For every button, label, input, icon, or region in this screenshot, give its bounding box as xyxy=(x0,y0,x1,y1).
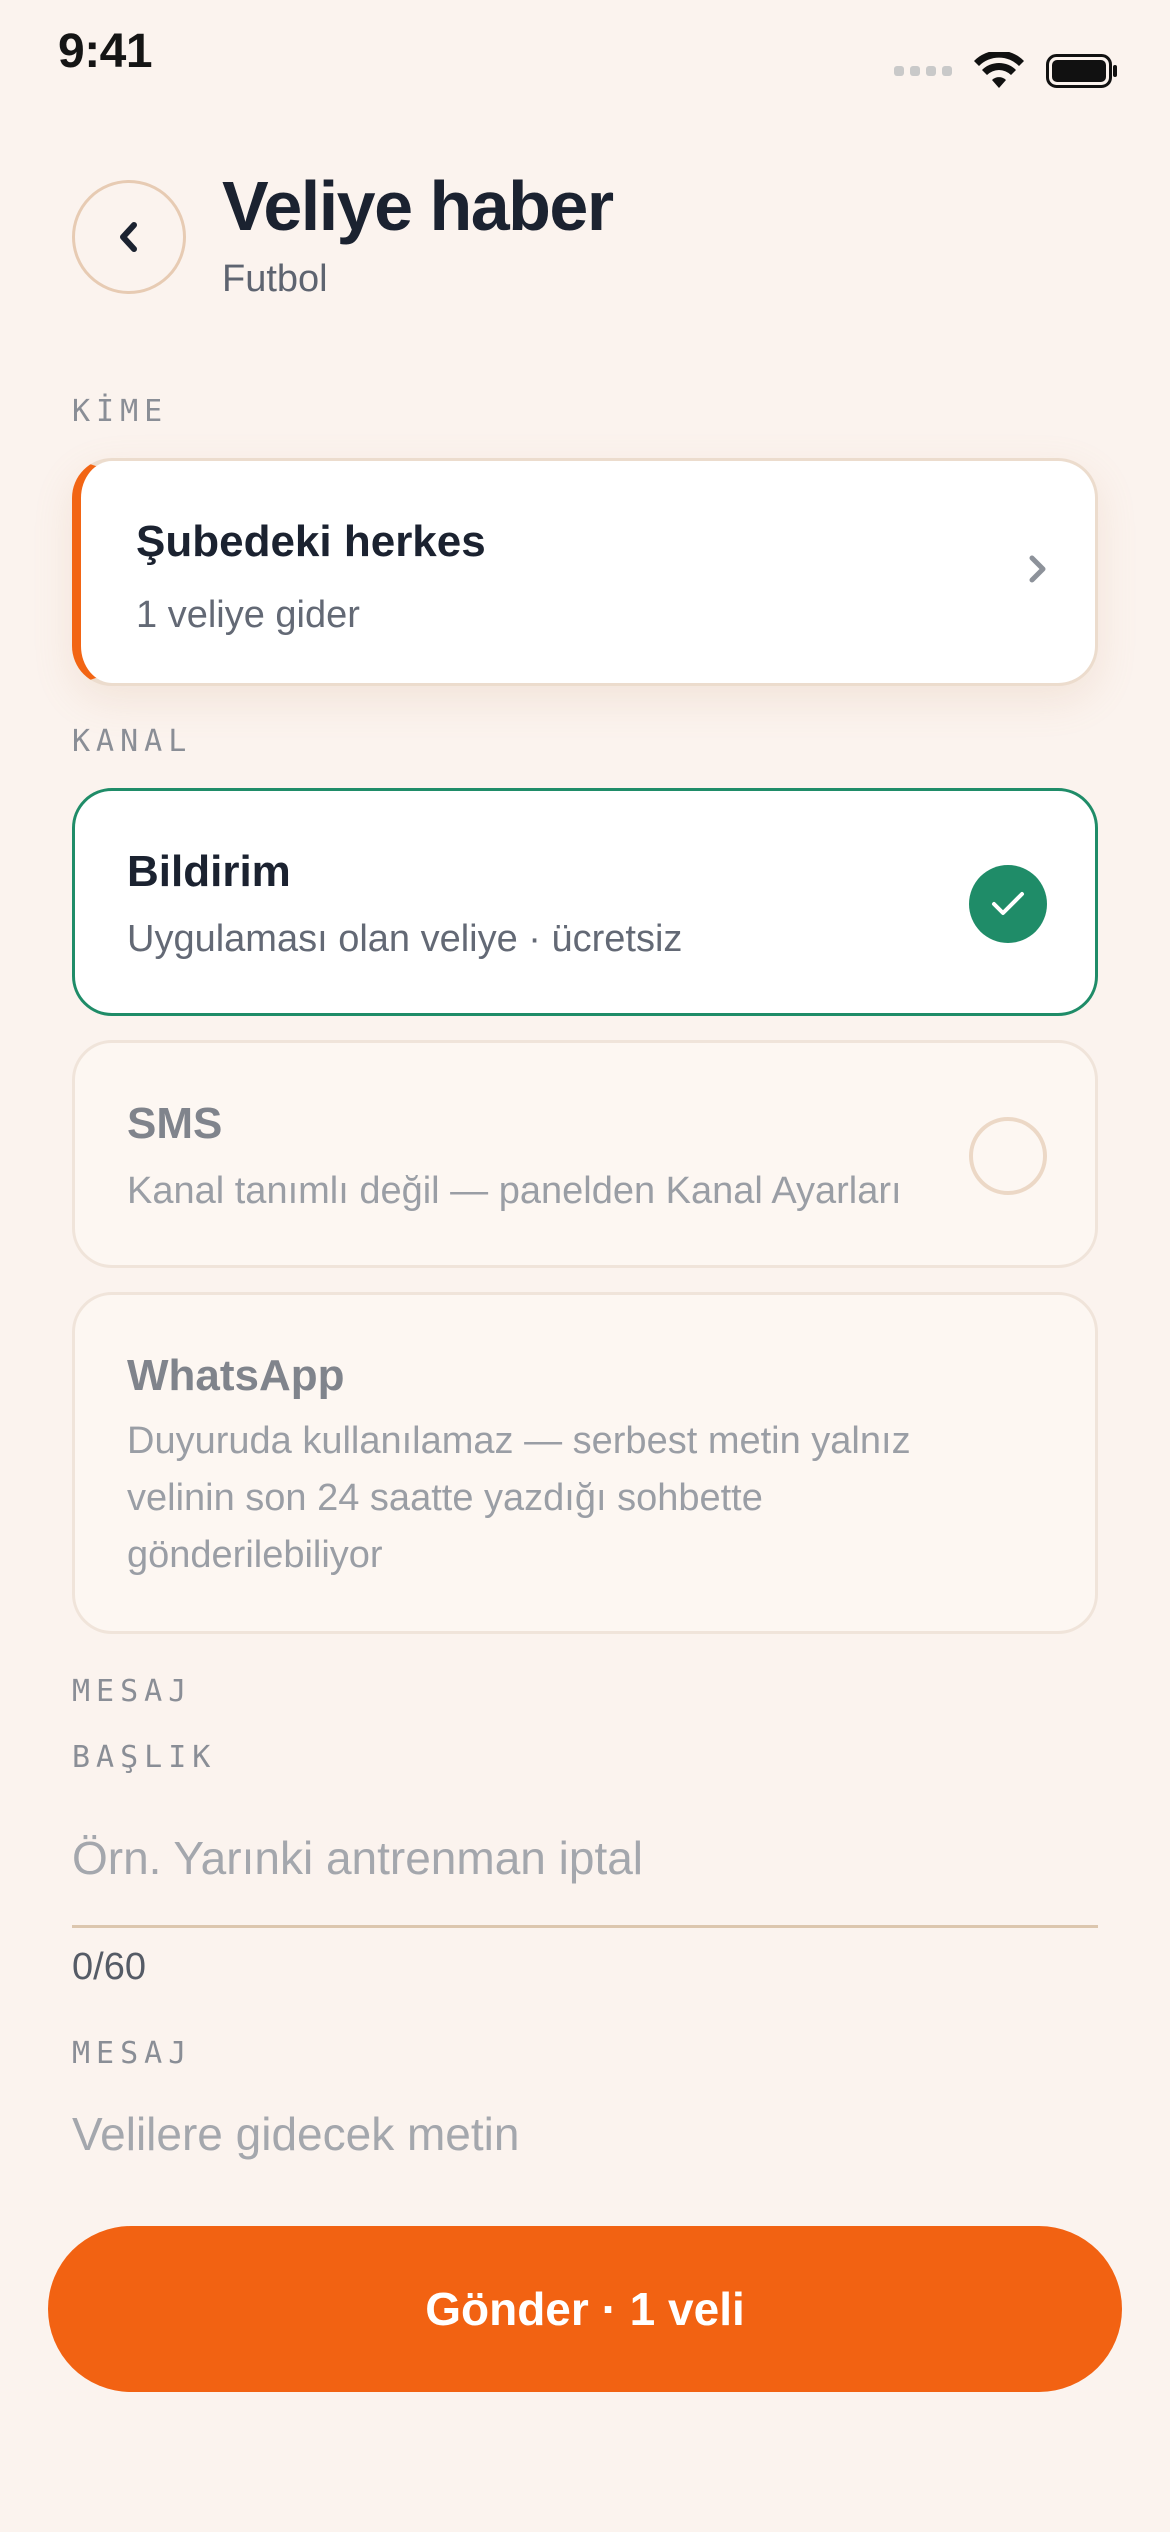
channel-option-title: Bildirim xyxy=(127,847,291,896)
chevron-right-icon xyxy=(1029,555,1046,583)
status-icons xyxy=(894,52,1118,90)
channel-option-sms[interactable]: SMS Kanal tanımlı değil — panelden Kanal… xyxy=(72,1040,1098,1268)
channel-option-bildirim[interactable]: Bildirim Uygulaması olan veliye · ücrets… xyxy=(72,788,1098,1016)
page-title: Veliye haber xyxy=(222,167,614,245)
chevron-left-icon xyxy=(120,222,137,252)
selected-check-icon xyxy=(969,865,1047,943)
channel-option-subtitle: Uygulaması olan veliye · ücretsiz xyxy=(127,918,683,960)
page-subtitle: Futbol xyxy=(222,258,328,300)
title-character-counter: 0/60 xyxy=(72,1946,146,1988)
send-button[interactable]: Gönder · 1 veli xyxy=(48,2226,1122,2392)
recipient-section-label: KİME xyxy=(72,394,169,429)
battery-icon xyxy=(1046,54,1117,88)
channel-option-whatsapp[interactable]: WhatsApp Duyuruda kullanılamaz — serbest… xyxy=(72,1292,1098,1634)
recipient-subtitle: 1 veliye gider xyxy=(136,594,360,636)
channel-option-subtitle: Duyuruda kullanılamaz — serbest metin ya… xyxy=(127,1420,911,1576)
title-input[interactable] xyxy=(72,1814,1098,1928)
recipient-title: Şubedeki herkes xyxy=(136,517,486,566)
radio-unselected-icon xyxy=(969,1117,1047,1195)
channel-option-title: SMS xyxy=(127,1099,223,1148)
status-time: 9:41 xyxy=(58,25,153,78)
back-button[interactable] xyxy=(72,180,186,294)
message-field-label: MESAJ xyxy=(72,2036,193,2071)
channel-option-subtitle: Kanal tanımlı değil — panelden Kanal Aya… xyxy=(127,1170,902,1212)
wifi-icon xyxy=(974,52,1024,88)
message-input[interactable] xyxy=(72,2092,1098,2176)
screen: 9:41 Veliye haber Futbol KİME Şubedeki h… xyxy=(0,0,1170,2532)
cellular-signal-icon xyxy=(894,66,952,76)
channel-section-label: KANAL xyxy=(72,724,193,759)
recipient-selector[interactable]: Şubedeki herkes 1 veliye gider xyxy=(72,458,1098,686)
channel-option-title: WhatsApp xyxy=(127,1351,345,1400)
message-section-label: MESAJ xyxy=(72,1674,193,1709)
title-field-label: BAŞLIK xyxy=(72,1740,217,1775)
